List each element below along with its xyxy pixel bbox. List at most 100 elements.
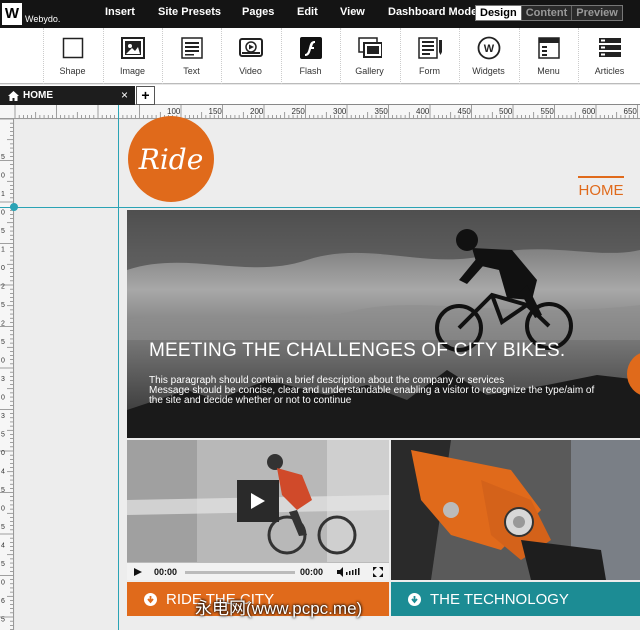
logo-name: Webydo. — [25, 14, 61, 24]
tool-widgets[interactable]: W Widgets — [459, 28, 517, 84]
fullscreen-icon[interactable] — [373, 567, 383, 577]
tool-menu[interactable]: Menu — [519, 28, 577, 84]
ruler-label: 1 — [1, 191, 5, 198]
site-nav-home[interactable]: HOME — [578, 176, 624, 199]
play-overlay-button[interactable] — [237, 480, 279, 522]
picture-icon — [120, 36, 145, 60]
site-logo-text: Ride — [138, 142, 204, 176]
mode-design-button[interactable]: Design — [476, 6, 521, 20]
square-icon — [61, 36, 85, 60]
ruler-label: 300 — [333, 107, 347, 116]
ruler-label: 100 — [167, 107, 181, 116]
tool-label: Image — [119, 66, 145, 76]
tool-image[interactable]: Image — [103, 28, 161, 84]
ruler-label: 200 — [250, 107, 264, 116]
tool-gallery[interactable]: Gallery — [340, 28, 398, 84]
ruler-label: 550 — [541, 107, 555, 116]
play-icon — [251, 493, 265, 509]
ruler-label: 250 — [292, 107, 306, 116]
hero-text-line: the site and decide whether or not to co… — [149, 395, 352, 406]
ruler-label: 350 — [375, 107, 389, 116]
menu-view[interactable]: View — [340, 6, 365, 18]
arrow-down-circle-icon — [408, 592, 421, 606]
video-progress-bar[interactable] — [185, 571, 295, 574]
site-logo[interactable]: Ride — [128, 116, 214, 202]
volume-icon[interactable] — [337, 567, 363, 577]
ruler-label: 2 — [1, 284, 5, 291]
ruler-label: 0 — [1, 506, 5, 513]
menu-pages[interactable]: Pages — [242, 6, 274, 18]
tool-label: Widgets — [472, 66, 505, 76]
top-menu-bar: W Webydo. Insert Site Presets Pages Edit… — [0, 0, 640, 28]
ruler-label: 5 — [1, 487, 5, 494]
tool-form[interactable]: Form — [400, 28, 458, 84]
technology-image[interactable] — [391, 440, 640, 580]
tool-label: Form — [419, 66, 440, 76]
dashboard-mode-label: Dashboard Mode: — [388, 6, 481, 18]
arrow-down-circle-icon — [144, 592, 157, 606]
video-current-time: 00:00 — [154, 567, 178, 577]
webydo-logo[interactable]: W Webydo. — [2, 3, 60, 25]
ruler-label: 5 — [1, 524, 5, 531]
tool-label: Menu — [537, 66, 560, 76]
play-small-icon[interactable] — [133, 567, 143, 577]
tab-home[interactable]: HOME × — [0, 86, 135, 105]
ruler-label: 0 — [1, 210, 5, 217]
menu-site-presets[interactable]: Site Presets — [158, 6, 221, 18]
hero-paragraph[interactable]: This paragraph should contain a brief de… — [149, 376, 609, 406]
insert-toolbar: Shape Image Text Video Flash Gallery For… — [0, 28, 640, 84]
ruler-label: 5 — [1, 228, 5, 235]
tool-video[interactable]: Video — [221, 28, 279, 84]
mode-preview-button[interactable]: Preview — [571, 6, 622, 20]
tool-text[interactable]: Text — [162, 28, 220, 84]
text-lines-icon — [180, 36, 204, 60]
tool-label: Video — [239, 66, 262, 76]
horizontal-guide-line[interactable] — [0, 207, 640, 208]
video-player-icon — [238, 36, 263, 60]
tab-close-icon[interactable]: × — [121, 88, 128, 102]
ruler-label: 0 — [1, 580, 5, 587]
gallery-icon — [357, 36, 382, 60]
guide-handle[interactable] — [10, 203, 18, 211]
tool-articles[interactable]: Articles — [578, 28, 640, 84]
ruler-label: 150 — [209, 107, 223, 116]
horizontal-ruler: 100150200250300350400450500550600650700 — [0, 105, 640, 119]
ruler-label: 0 — [1, 395, 5, 402]
form-icon — [417, 36, 442, 60]
ruler-label: 5 — [1, 339, 5, 346]
hero-title[interactable]: MEETING THE CHALLENGES OF CITY BIKES. — [149, 340, 565, 362]
ruler-label: 500 — [499, 107, 513, 116]
mode-content-button[interactable]: Content — [520, 6, 572, 20]
widgets-icon: W — [477, 36, 501, 60]
video-total-time: 00:00 — [300, 567, 324, 577]
ruler-label: 0 — [1, 173, 5, 180]
dashboard-mode-switch: Design Content Preview — [475, 5, 623, 21]
articles-icon — [598, 36, 622, 60]
flash-icon — [299, 36, 323, 60]
ruler-label: 5 — [1, 561, 5, 568]
vertical-ruler: 501051025250303504505450650 — [0, 119, 14, 630]
ruler-label: 5 — [1, 302, 5, 309]
vertical-guide-line[interactable] — [118, 105, 119, 630]
add-page-button[interactable]: + — [136, 86, 155, 105]
menu-insert[interactable]: Insert — [105, 6, 135, 18]
logo-mark: W — [2, 3, 22, 25]
tool-label: Gallery — [355, 66, 384, 76]
video-controls: 00:00 00:00 — [127, 562, 389, 580]
menu-layout-icon — [537, 36, 561, 60]
ruler-label: 3 — [1, 413, 5, 420]
ruler-label: 5 — [1, 154, 5, 161]
svg-text:W: W — [483, 43, 494, 55]
ruler-label: 2 — [1, 321, 5, 328]
ruler-label: 5 — [1, 432, 5, 439]
tool-label: Shape — [59, 66, 86, 76]
ruler-label: 0 — [1, 358, 5, 365]
video-player[interactable]: 00:00 00:00 — [127, 440, 389, 580]
ruler-label: 5 — [1, 617, 5, 624]
tool-label: Flash — [299, 66, 322, 76]
tool-flash[interactable]: Flash — [281, 28, 339, 84]
the-technology-button[interactable]: THE TECHNOLOGY — [391, 582, 640, 616]
menu-edit[interactable]: Edit — [297, 6, 318, 18]
tool-shape[interactable]: Shape — [43, 28, 101, 84]
hero-banner[interactable]: MEETING THE CHALLENGES OF CITY BIKES. Th… — [127, 210, 640, 438]
